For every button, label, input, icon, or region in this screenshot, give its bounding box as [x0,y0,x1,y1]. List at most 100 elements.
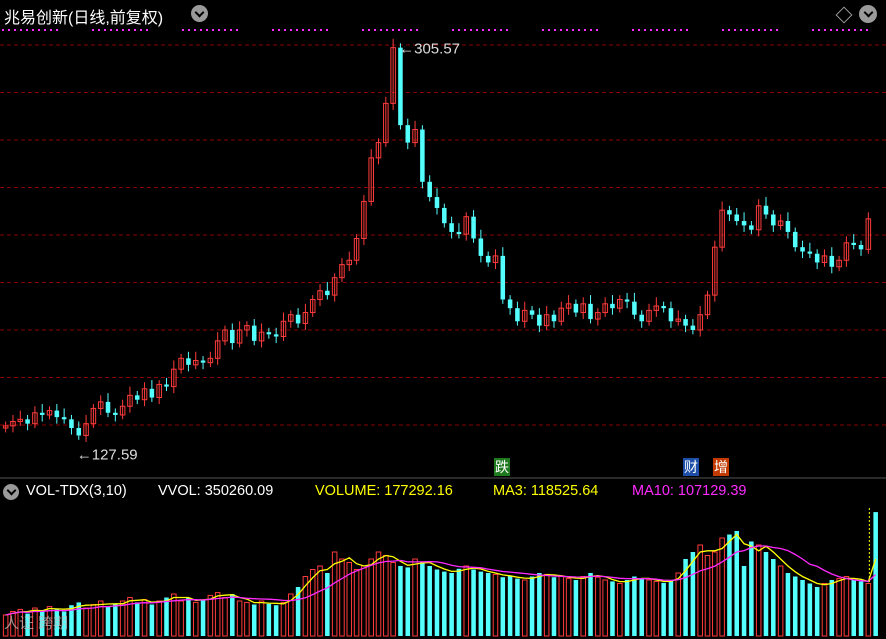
indicator-chevron-down-icon[interactable] [3,484,19,500]
watermark-text: 人证 跨期 [4,615,69,632]
volume-bar-down [873,512,878,636]
top-dot-marker [218,29,220,31]
top-dot-marker [14,29,16,31]
volume-bar-down [785,573,791,636]
indicator-name[interactable]: VOL-TDX(3,10) [26,483,127,499]
volume-value: VOLUME: 177292.16 [315,483,453,499]
top-dot-marker [2,29,4,31]
candle-down [500,255,506,300]
volume-bar-up [836,578,842,637]
candle-down [295,314,301,324]
candle-down [398,47,403,126]
volume-bar-up [192,601,199,637]
candle-down [610,303,615,309]
candle-down [573,303,579,313]
top-dot-marker [182,29,184,31]
volume-bar-up [207,594,214,637]
candle-down [434,197,440,208]
top-dot-marker [680,29,682,31]
volume-bar-up [375,551,382,637]
volume-bar-up [777,565,784,637]
volume-bar-up [653,580,660,637]
volume-bar-up [339,558,345,637]
top-dot-marker [26,29,28,31]
top-dot-marker [326,29,328,31]
volume-bar-up [90,604,97,637]
top-dot-marker [140,29,142,31]
candle-down [741,221,747,226]
top-dot-marker [206,29,208,31]
top-dot-marker [578,29,580,31]
top-dot-marker [776,29,778,31]
top-dot-marker [470,29,472,31]
candle-down [507,299,513,309]
top-dot-marker [860,29,862,31]
finance-badge[interactable]: 财 [683,458,699,476]
top-dot-marker [740,29,742,31]
increase-badge[interactable]: 增 [713,458,729,476]
top-dot-marker [506,29,508,31]
candle-down [551,314,557,322]
top-dot-marker [854,29,856,31]
candle-down [792,231,798,248]
candle-down [200,360,206,363]
top-dot-marker [542,29,544,31]
volume-bar-up [368,558,374,637]
candle-down [763,205,769,215]
top-dot-marker [728,29,730,31]
top-dot-marker [722,29,724,31]
fall-badge[interactable]: 跌 [494,458,510,476]
volume-bar-up [492,573,499,637]
volume-bar-down [427,566,432,636]
candle-down [420,129,425,182]
top-dot-marker [656,29,658,31]
top-dot-marker [404,29,406,31]
volume-bar-up [244,601,250,637]
top-dot-marker [734,29,736,31]
candle-down [266,332,272,335]
top-dot-marker [566,29,568,31]
top-dot-marker [116,29,118,31]
top-dot-marker [830,29,832,31]
volume-bar-up [675,572,682,637]
volume-bar-down [858,581,864,636]
candle-down [456,231,462,235]
top-dot-marker [98,29,100,31]
candle-down [69,419,74,429]
volume-bar-up [353,569,360,637]
volume-bar-down [134,602,140,636]
top-dot-marker [548,29,550,31]
top-dot-marker [308,29,310,31]
candle-down [149,388,155,398]
volume-bar-up [361,565,367,637]
volume-bar-up [390,562,396,637]
high-price-label: ←305.57 [399,41,460,58]
volume-bar-down [800,580,805,636]
top-dot-marker [836,29,838,31]
volume-bar-up [646,579,652,637]
top-dot-marker [644,29,646,31]
volume-bar-down [763,552,769,636]
candle-down [668,308,674,322]
volume-bar-up [317,565,323,637]
candle-down [683,319,688,326]
candle-down [230,329,235,344]
top-dot-marker [752,29,754,31]
top-dot-marker [458,29,460,31]
candle-down [113,412,118,415]
candle-down [734,214,740,222]
candle-down [442,207,447,224]
candle-down [800,247,805,252]
top-dot-marker [200,29,202,31]
top-dot-marker [236,29,238,31]
top-dot-marker [572,29,574,31]
top-dot-marker [758,29,760,31]
candle-down [661,306,666,309]
candle-down [632,301,637,315]
volume-bar-down [610,581,615,636]
candlestick-chart[interactable]: ←305.57 ←127.59 [0,0,886,639]
top-dot-marker [296,29,298,31]
volume-bar-down [434,569,440,636]
volume-bar-down [113,603,118,636]
volume-bar-up [543,573,550,637]
